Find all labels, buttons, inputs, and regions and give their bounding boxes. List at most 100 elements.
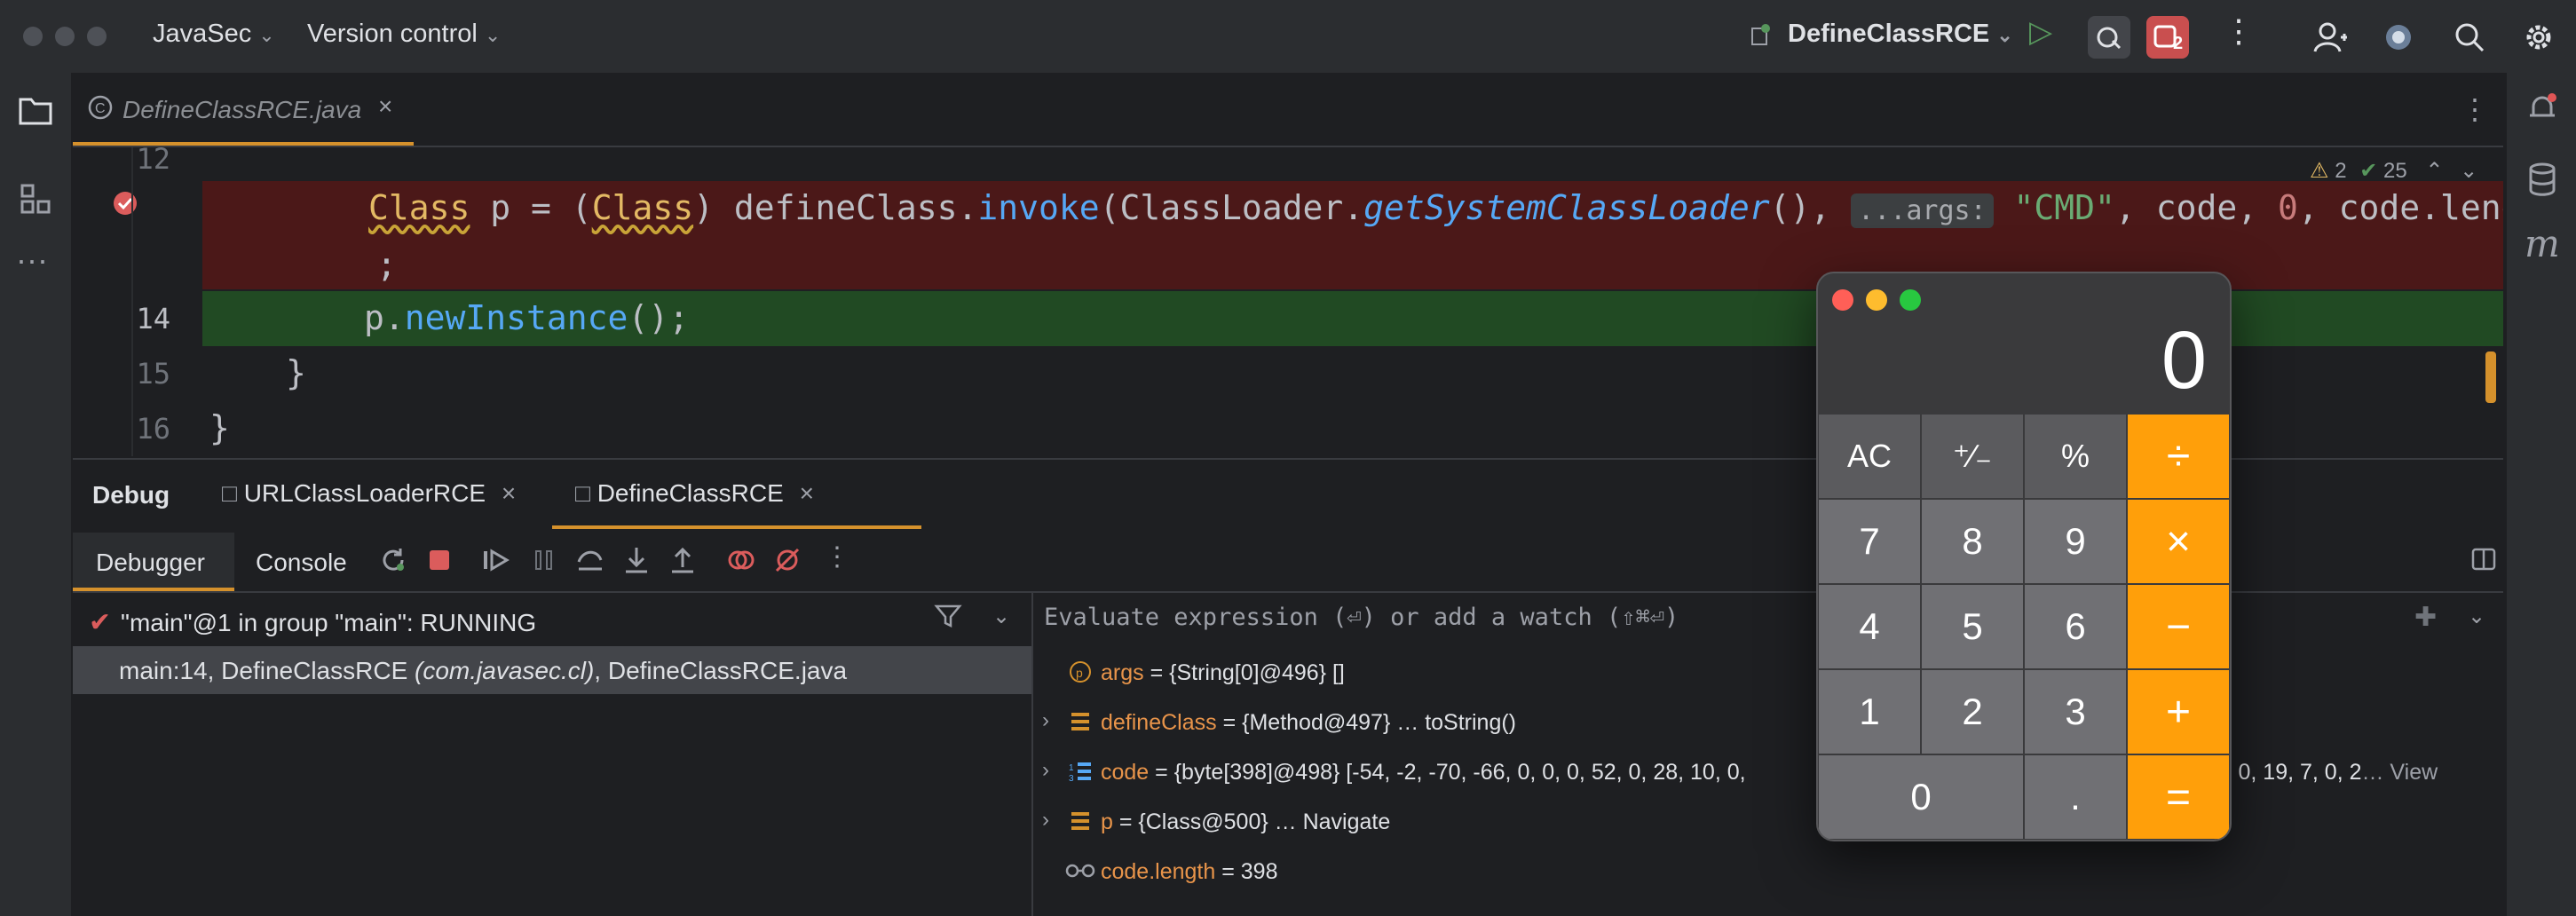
- variable-name: args: [1101, 660, 1144, 685]
- stop-button[interactable]: 2: [2146, 16, 2189, 59]
- more-tools-icon[interactable]: ···: [16, 241, 48, 279]
- project-selector[interactable]: JavaSec ⌄: [153, 20, 275, 49]
- pause-icon[interactable]: [527, 543, 561, 577]
- scrollbar-marker[interactable]: [2485, 351, 2496, 403]
- database-icon[interactable]: [2519, 156, 2565, 202]
- more-actions-icon[interactable]: ⋮: [2223, 12, 2255, 50]
- project-name: JavaSec: [153, 20, 252, 48]
- step-out-icon[interactable]: [666, 543, 699, 577]
- maven-icon[interactable]: m: [2525, 222, 2560, 265]
- variable-name: code: [1101, 760, 1150, 785]
- key-equals[interactable]: =: [2127, 754, 2230, 840]
- view-link[interactable]: … View: [2361, 760, 2438, 785]
- step-into-icon[interactable]: [620, 543, 653, 577]
- expand-chevron-icon[interactable]: ›: [1042, 808, 1049, 833]
- view-breakpoints-icon[interactable]: [724, 543, 758, 577]
- run-config-name: DefineClassRCE: [1788, 20, 1990, 48]
- run-config-icon: □: [222, 479, 237, 507]
- field-icon: [1069, 809, 1092, 837]
- key-4[interactable]: 4: [1818, 584, 1921, 669]
- ai-assistant-icon[interactable]: [2377, 16, 2420, 59]
- parameter-icon: p: [1069, 660, 1092, 683]
- evaluate-expression-input[interactable]: Evaluate expression (⏎) or add a watch (…: [1044, 604, 1679, 631]
- more-debug-actions-icon[interactable]: ⋮: [824, 541, 850, 572]
- warning-icon: ⚠: [2310, 159, 2329, 183]
- key-6[interactable]: 6: [2024, 584, 2127, 669]
- rerun-icon[interactable]: [376, 543, 410, 577]
- key-7[interactable]: 7: [1818, 499, 1921, 584]
- key-decimal[interactable]: .: [2024, 754, 2127, 840]
- chevron-down-icon[interactable]: ⌄: [2468, 604, 2485, 629]
- session-tab-defineclassrce[interactable]: □ DefineClassRCE ×: [575, 479, 814, 508]
- stop-icon[interactable]: [423, 543, 456, 577]
- inspections-widget[interactable]: ⚠ 2 ✔ 25 ⌃ ⌄: [2310, 158, 2477, 184]
- gutter-divider: [131, 147, 133, 456]
- vcs-selector[interactable]: Version control ⌄: [307, 20, 501, 49]
- key-add[interactable]: +: [2127, 669, 2230, 754]
- debug-title: Debug: [92, 481, 170, 509]
- window-minimize-button[interactable]: [55, 27, 75, 46]
- run-icon[interactable]: ▷: [2029, 14, 2052, 50]
- key-8[interactable]: 8: [1921, 499, 2024, 584]
- next-highlight-icon[interactable]: ⌄: [2460, 159, 2477, 183]
- tab-options-icon[interactable]: ⋮: [2461, 92, 2489, 126]
- stack-frame-row[interactable]: main:14, DefineClassRCE (com.javasec.cl)…: [73, 646, 1031, 694]
- key-1[interactable]: 1: [1818, 669, 1921, 754]
- tab-console[interactable]: Console: [256, 549, 347, 577]
- calculator-minimize-button[interactable]: [1866, 289, 1887, 311]
- key-subtract[interactable]: −: [2127, 584, 2230, 669]
- expand-chevron-icon[interactable]: ›: [1042, 758, 1049, 783]
- key-9[interactable]: 9: [2024, 499, 2127, 584]
- key-plus-minus[interactable]: ⁺∕₋: [1921, 414, 2024, 499]
- watch-row-code-length[interactable]: code.length = 398: [1033, 847, 2503, 896]
- key-2[interactable]: 2: [1921, 669, 2024, 754]
- key-0[interactable]: 0: [1818, 754, 2024, 840]
- structure-icon[interactable]: [12, 176, 59, 222]
- editor-tab-defineclassrce[interactable]: C DefineClassRCE.java ×: [73, 73, 414, 146]
- close-tab-icon[interactable]: ×: [378, 92, 392, 121]
- add-watch-icon[interactable]: ✚: [2414, 602, 2437, 633]
- line-number: 12: [136, 147, 170, 176]
- tab-debugger[interactable]: Debugger: [73, 533, 234, 591]
- thread-selector[interactable]: "main"@1 in group "main": RUNNING: [121, 609, 536, 637]
- chevron-down-icon[interactable]: ⌄: [992, 604, 1010, 629]
- key-5[interactable]: 5: [1921, 584, 2024, 669]
- right-tool-strip: m: [2505, 73, 2576, 916]
- key-percent[interactable]: %: [2024, 414, 2127, 499]
- close-tab-icon[interactable]: ×: [502, 479, 516, 507]
- search-icon[interactable]: [2448, 16, 2491, 59]
- project-folder-icon[interactable]: [12, 87, 59, 133]
- close-tab-icon[interactable]: ×: [800, 479, 814, 507]
- key-3[interactable]: 3: [2024, 669, 2127, 754]
- debug-rerun-icon[interactable]: [2088, 16, 2130, 59]
- chevron-down-icon: ⌄: [258, 24, 275, 46]
- previous-highlight-icon[interactable]: ⌃: [2425, 159, 2443, 183]
- notifications-bell-icon[interactable]: [2519, 85, 2565, 131]
- add-user-icon[interactable]: [2308, 16, 2351, 59]
- filter-icon[interactable]: [934, 602, 962, 635]
- mute-breakpoints-icon[interactable]: [770, 543, 804, 577]
- variable-row-defineclass[interactable]: › defineClass = {Method@497} … toString(…: [1033, 698, 2503, 747]
- breakpoint-icon[interactable]: [112, 190, 138, 217]
- key-multiply[interactable]: ×: [2127, 499, 2230, 584]
- array-icon: 13: [1069, 760, 1092, 787]
- window-zoom-button[interactable]: [87, 27, 107, 46]
- line-number: 16: [136, 412, 170, 446]
- session-tab-urlclassloaderrce[interactable]: □ URLClassLoaderRCE ×: [222, 479, 516, 508]
- variable-value: = {byte[398]@498} [-54, -2, -70, -66, 0,…: [1149, 760, 1746, 785]
- key-all-clear[interactable]: AC: [1818, 414, 1921, 499]
- window-close-button[interactable]: [23, 27, 43, 46]
- step-over-icon[interactable]: [573, 543, 607, 577]
- key-divide[interactable]: ÷: [2127, 414, 2230, 499]
- variable-row-code[interactable]: › 13 code = {byte[398]@498} [-54, -2, -7…: [1033, 747, 2503, 797]
- layout-settings-icon[interactable]: [2471, 547, 2496, 576]
- variable-row-args[interactable]: p args = {String[0]@496} []: [1033, 648, 2503, 698]
- code-line-13: Class p = (Class) defineClass.invoke(Cla…: [368, 188, 2503, 228]
- variable-row-p[interactable]: › p = {Class@500} … Navigate: [1033, 797, 2503, 847]
- run-config-selector[interactable]: DefineClassRCE ⌄: [1788, 20, 2013, 49]
- settings-gear-icon[interactable]: [2517, 16, 2560, 59]
- calculator-zoom-button[interactable]: [1900, 289, 1921, 311]
- resume-icon[interactable]: [479, 543, 513, 577]
- calculator-close-button[interactable]: [1832, 289, 1853, 311]
- expand-chevron-icon[interactable]: ›: [1042, 708, 1049, 733]
